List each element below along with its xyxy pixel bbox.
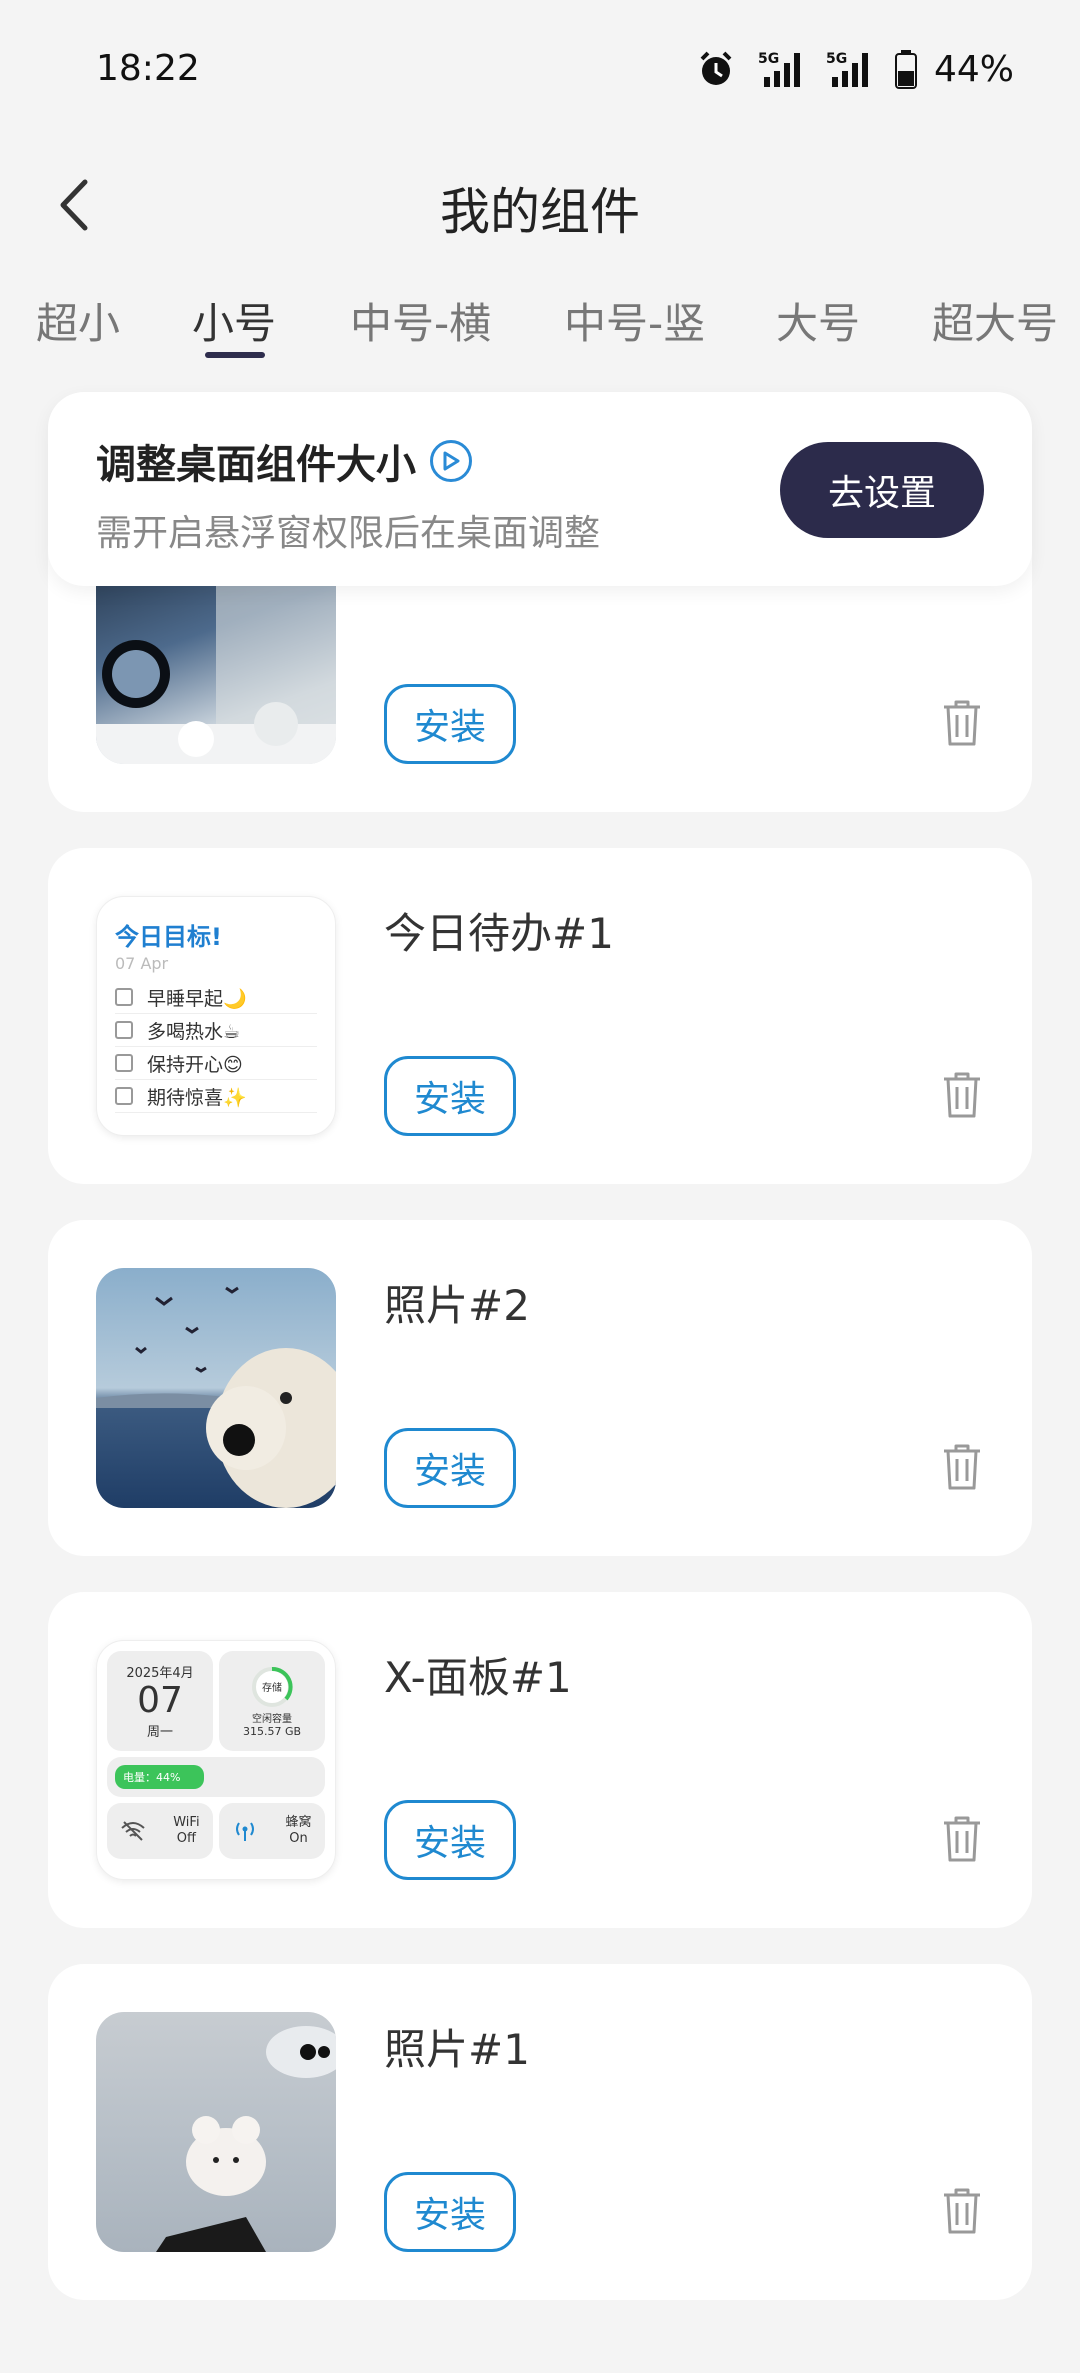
widget-card: 照片#2 安装 <box>48 1220 1032 1556</box>
checkbox-icon <box>115 1021 133 1039</box>
battery-fill: 电量：44% <box>115 1765 204 1789</box>
app-header: 我的组件 <box>0 150 1080 260</box>
trash-icon[interactable] <box>940 698 984 748</box>
wifi-off-icon <box>121 1821 146 1841</box>
checkbox-icon <box>115 988 133 1006</box>
xpanel-wifi-cell: WiFi Off <box>107 1803 213 1859</box>
trash-icon[interactable] <box>940 1070 984 1120</box>
widget-thumbnail-photo-sea <box>96 1268 336 1508</box>
install-button[interactable]: 安装 <box>384 1428 516 1508</box>
banner-title: 调整桌面组件大小 <box>96 442 416 488</box>
xpanel-battery-bar: 电量：44% <box>107 1757 325 1797</box>
widget-thumbnail-xpanel: 2025年4月 07 周一 存储 空闲容量 315.57 GB 电量：44% W… <box>96 1640 336 1880</box>
install-button[interactable]: 安装 <box>384 684 516 764</box>
todo-item: 多喝热水☕ <box>115 1014 317 1047</box>
tab-medium-vertical[interactable]: 中号-竖 <box>564 290 705 351</box>
todo-item: 早睡早起🌙 <box>115 981 317 1014</box>
svg-text:5G: 5G <box>826 51 847 67</box>
status-icons: 5G 5G 44% <box>696 44 1014 94</box>
play-icon[interactable] <box>430 440 472 482</box>
install-button[interactable]: 安装 <box>384 2172 516 2252</box>
tab-extra-small[interactable]: 超小 <box>36 290 120 351</box>
resize-banner: 调整桌面组件大小 需开启悬浮窗权限后在桌面调整 去设置 <box>48 392 1032 586</box>
widget-title: X-面板#1 <box>384 1653 572 1702</box>
todo-heading: 今日目标! <box>115 923 222 951</box>
xpanel-date-cell: 2025年4月 07 周一 <box>107 1651 213 1751</box>
battery-percent: 44% <box>933 48 1014 90</box>
active-tab-indicator <box>205 352 265 358</box>
tab-medium-horizontal[interactable]: 中号-横 <box>350 290 491 351</box>
xpanel-storage-cell: 存储 空闲容量 315.57 GB <box>219 1651 325 1751</box>
widget-title: 照片#1 <box>384 2025 530 2074</box>
todo-item: 期待惊喜✨ <box>115 1080 317 1113</box>
tab-small[interactable]: 小号 <box>192 290 276 351</box>
size-tabs: 超小 小号 中号-横 中号-竖 大号 超大号 <box>0 290 1080 370</box>
widget-thumbnail-todo: 今日目标! 07 Apr 早睡早起🌙 多喝热水☕ 保持开心😊 期待惊喜✨ <box>96 896 336 1136</box>
status-bar: 18:22 5G 5G 44% <box>0 0 1080 140</box>
signal-icon-2: 5G <box>826 51 868 87</box>
widget-title: 照片#2 <box>384 1281 530 1330</box>
widget-title: 今日待办#1 <box>384 909 614 958</box>
trash-icon[interactable] <box>940 1442 984 1492</box>
checkbox-icon <box>115 1054 133 1072</box>
alarm-icon <box>700 51 732 85</box>
go-settings-button[interactable]: 去设置 <box>780 442 984 538</box>
tab-extra-large[interactable]: 超大号 <box>932 290 1058 351</box>
banner-subtitle: 需开启悬浮窗权限后在桌面调整 <box>96 513 601 554</box>
status-time: 18:22 <box>96 48 200 89</box>
todo-date: 07 Apr <box>115 954 169 973</box>
trash-icon[interactable] <box>940 2186 984 2236</box>
widget-card: 2025年4月 07 周一 存储 空闲容量 315.57 GB 电量：44% W… <box>48 1592 1032 1928</box>
install-button[interactable]: 安装 <box>384 1056 516 1136</box>
signal-icon-1: 5G <box>758 51 800 87</box>
install-button[interactable]: 安装 <box>384 1800 516 1880</box>
trash-icon[interactable] <box>940 1814 984 1864</box>
widget-thumbnail-photo-bear <box>96 2012 336 2252</box>
svg-text:5G: 5G <box>758 51 779 67</box>
tab-large[interactable]: 大号 <box>776 290 860 351</box>
banner-title-row: 调整桌面组件大小 <box>96 432 472 490</box>
todo-item: 保持开心😊 <box>115 1047 317 1080</box>
widget-card: 今日目标! 07 Apr 早睡早起🌙 多喝热水☕ 保持开心😊 期待惊喜✨ 今日待… <box>48 848 1032 1184</box>
battery-icon <box>894 50 917 89</box>
widget-card: 照片#1 安装 <box>48 1964 1032 2300</box>
cellular-icon <box>236 1822 255 1841</box>
checkbox-icon <box>115 1087 133 1105</box>
page-title: 我的组件 <box>440 183 640 241</box>
xpanel-cellular-cell: 蜂窝 On <box>219 1803 325 1859</box>
